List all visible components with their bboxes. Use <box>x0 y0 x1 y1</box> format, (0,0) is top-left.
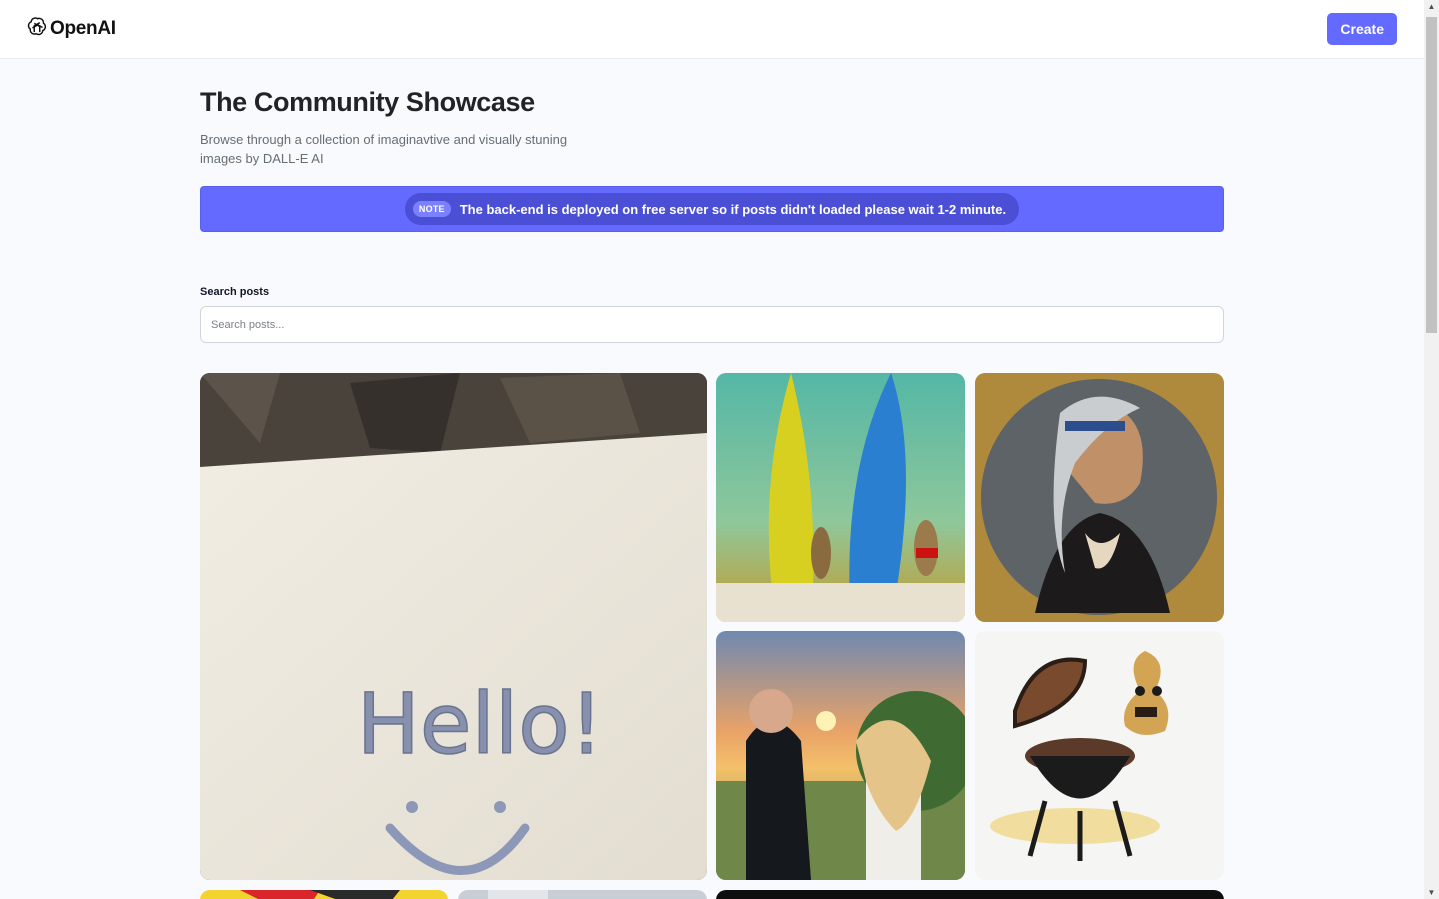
note-pill: NOTE The back-end is deployed on free se… <box>404 193 1020 225</box>
dark-image <box>716 890 1224 899</box>
hello-text: Hello! <box>357 675 604 773</box>
grill-image <box>975 631 1224 880</box>
light-image <box>458 890 707 899</box>
image-card-light[interactable] <box>458 890 707 899</box>
image-card-colorful[interactable] <box>200 890 448 899</box>
image-card-grill[interactable] <box>975 631 1224 880</box>
image-gallery: Hello! <box>200 373 1224 899</box>
navbar: OpenAI Create <box>0 0 1424 59</box>
sunset-couple-image <box>716 631 965 880</box>
image-card-sunset-couple[interactable] <box>716 631 965 880</box>
image-card-dark[interactable] <box>716 890 1224 899</box>
scroll-thumb[interactable] <box>1426 17 1437 333</box>
page-subtitle: Browse through a collection of imaginavt… <box>200 132 568 166</box>
search-label: Search posts <box>200 286 270 298</box>
page-title: The Community Showcase <box>200 87 535 117</box>
scroll-down-icon[interactable]: ▼ <box>1427 888 1436 897</box>
scroll-up-icon[interactable]: ▲ <box>1427 2 1436 11</box>
create-button[interactable]: Create <box>1327 13 1397 45</box>
note-banner: NOTE The back-end is deployed on free se… <box>200 186 1224 232</box>
home-logo-link[interactable]: OpenAI <box>26 16 116 43</box>
colorful-image <box>200 890 448 899</box>
scrollbar[interactable]: ▲ ▼ <box>1424 0 1439 899</box>
logo-text: OpenAI <box>50 18 116 39</box>
image-card-hello[interactable]: Hello! <box>200 373 707 880</box>
note-text: The back-end is deployed on free server … <box>459 201 1007 217</box>
main-section: The Community Showcase Browse through a … <box>200 59 1224 343</box>
image-card-portrait[interactable] <box>975 373 1224 622</box>
search-input[interactable] <box>200 306 1224 343</box>
surfboards-image <box>716 373 965 622</box>
openai-logo-icon <box>26 16 48 43</box>
note-badge: NOTE <box>412 201 451 217</box>
portrait-image <box>975 373 1224 622</box>
hello-image: Hello! <box>200 373 707 880</box>
image-card-surfboards[interactable] <box>716 373 965 622</box>
